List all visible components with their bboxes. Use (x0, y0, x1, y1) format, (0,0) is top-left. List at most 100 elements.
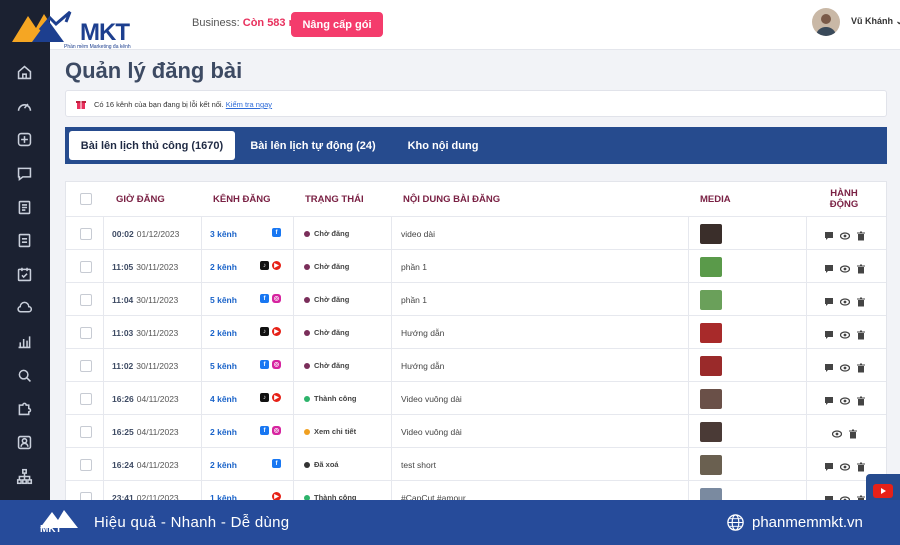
delete-trash-icon[interactable] (856, 327, 866, 345)
page-title: Quản lý đăng bài (65, 58, 243, 83)
media-thumbnail[interactable] (700, 454, 722, 475)
table-row[interactable]: 00:02 01/12/2023 3 kênh f Chờ đăng video … (66, 216, 886, 250)
calendar-check-icon[interactable] (14, 264, 34, 284)
channel-count[interactable]: 2 kênh (210, 415, 237, 448)
view-eye-icon[interactable] (839, 459, 851, 477)
media-thumbnail[interactable] (700, 289, 722, 310)
comment-icon[interactable] (824, 228, 834, 246)
delete-trash-icon[interactable] (856, 459, 866, 477)
post-content[interactable]: test short (401, 448, 436, 481)
channel-count[interactable]: 4 kênh (210, 382, 237, 415)
select-all-checkbox[interactable] (80, 193, 92, 205)
media-thumbnail[interactable] (700, 256, 722, 277)
media-thumbnail[interactable] (700, 421, 722, 442)
post-content[interactable]: Hướng dẫn (401, 349, 444, 382)
table-row[interactable]: 11:02 30/11/2023 5 kênh f ◎ Chờ đăng Hướng… (66, 348, 886, 382)
table-row[interactable]: 16:24 04/11/2023 2 kênh f Đã xoá test sho… (66, 447, 886, 481)
post-content[interactable]: video dài (401, 217, 435, 250)
post-content[interactable]: Video vuông dài (401, 382, 462, 415)
avatar[interactable] (812, 8, 840, 36)
channel-count[interactable]: 3 kênh (210, 217, 237, 250)
row-checkbox[interactable] (80, 425, 92, 438)
status-dot-icon (304, 296, 310, 303)
delete-trash-icon[interactable] (856, 261, 866, 279)
row-checkbox[interactable] (80, 227, 92, 240)
tab-manual-schedule[interactable]: Bài lên lịch thủ công (1670) (69, 131, 235, 160)
post-content[interactable]: Hướng dẫn (401, 316, 444, 349)
dashboard-gauge-icon[interactable] (14, 96, 34, 116)
channel-count[interactable]: 2 kênh (210, 316, 237, 349)
puzzle-icon[interactable] (14, 398, 34, 418)
row-checkbox[interactable] (80, 359, 92, 372)
sitemap-icon[interactable] (14, 466, 34, 486)
cloud-icon[interactable] (14, 297, 34, 317)
table-row[interactable]: 16:25 04/11/2023 2 kênh f ◎ Xem chi tiết V… (66, 414, 886, 448)
delete-trash-icon[interactable] (856, 294, 866, 312)
chat-icon[interactable] (14, 163, 34, 183)
user-name[interactable]: Vũ Khánh ⌄ (851, 16, 900, 27)
banner-website[interactable]: phanmemmkt.vn (752, 514, 863, 531)
tab-auto-schedule[interactable]: Bài lên lịch tự động (24) (249, 131, 377, 160)
view-eye-icon[interactable] (839, 294, 851, 312)
home-icon[interactable] (14, 62, 34, 82)
table-row[interactable]: 16:26 04/11/2023 4 kênh ♪ ▶ Thành công Vid… (66, 381, 886, 415)
channel-count[interactable]: 5 kênh (210, 349, 237, 382)
comment-icon[interactable] (824, 294, 834, 312)
row-checkbox[interactable] (80, 260, 92, 273)
channel-count[interactable]: 1 kênh (210, 481, 237, 501)
media-thumbnail[interactable] (700, 388, 722, 409)
check-now-link[interactable]: Kiểm tra ngay (226, 100, 272, 109)
view-eye-icon[interactable] (839, 360, 851, 378)
view-eye-icon[interactable] (839, 327, 851, 345)
comment-icon[interactable] (824, 459, 834, 477)
post-content[interactable]: Video vuông dài (401, 415, 462, 448)
view-eye-icon[interactable] (839, 393, 851, 411)
document-icon[interactable] (14, 197, 34, 217)
view-eye-icon[interactable] (839, 261, 851, 279)
media-thumbnail[interactable] (700, 487, 722, 500)
status-dot-icon (304, 263, 310, 270)
post-content[interactable]: #CapCut #amour (401, 481, 466, 501)
post-content[interactable]: phần 1 (401, 250, 427, 283)
search-icon[interactable] (14, 365, 34, 385)
table-row[interactable]: 11:05 30/11/2023 2 kênh ♪ ▶ Chờ đăng phần … (66, 249, 886, 283)
media-thumbnail[interactable] (700, 322, 722, 343)
add-post-icon[interactable] (14, 129, 34, 149)
media-thumbnail[interactable] (700, 223, 722, 244)
list-icon[interactable] (14, 230, 34, 250)
youtube-icon: ▶ (272, 261, 281, 270)
delete-trash-icon[interactable] (848, 426, 858, 444)
row-checkbox[interactable] (80, 458, 92, 471)
comment-icon[interactable] (824, 393, 834, 411)
app-logo[interactable]: MKT Phần mềm Marketing đa kênh (10, 8, 152, 50)
delete-trash-icon[interactable] (856, 393, 866, 411)
user-profile-icon[interactable] (14, 432, 34, 452)
table-row[interactable]: 23:41 02/11/2023 1 kênh ▶ Thành công #Cap… (66, 480, 886, 501)
facebook-icon: f (272, 459, 281, 468)
table-row[interactable]: 11:03 30/11/2023 2 kênh ♪ ▶ Chờ đăng Hướng… (66, 315, 886, 349)
row-checkbox[interactable] (80, 293, 92, 306)
delete-trash-icon[interactable] (856, 360, 866, 378)
connection-alert: Có 16 kênh của bạn đang bị lỗi kết nối. … (65, 90, 887, 117)
channel-count[interactable]: 2 kênh (210, 250, 237, 283)
channel-icons: f (272, 228, 281, 237)
channel-count[interactable]: 5 kênh (210, 283, 237, 316)
row-checkbox[interactable] (80, 392, 92, 405)
status-dot-icon (304, 362, 310, 369)
comment-icon[interactable] (824, 261, 834, 279)
comment-icon[interactable] (824, 360, 834, 378)
comment-icon[interactable] (824, 327, 834, 345)
table-row[interactable]: 11:04 30/11/2023 5 kênh f ◎ Chờ đăng phần … (66, 282, 886, 316)
channel-count[interactable]: 2 kênh (210, 448, 237, 481)
upgrade-plan-button[interactable]: Nâng cấp gói (291, 12, 383, 37)
bar-chart-icon[interactable] (14, 331, 34, 351)
post-content[interactable]: phần 1 (401, 283, 427, 316)
logo-mountain-icon (12, 10, 72, 42)
media-thumbnail[interactable] (700, 355, 722, 376)
view-eye-icon[interactable] (831, 426, 843, 444)
row-checkbox[interactable] (80, 326, 92, 339)
view-eye-icon[interactable] (839, 228, 851, 246)
delete-trash-icon[interactable] (856, 228, 866, 246)
tab-content-library[interactable]: Kho nội dung (401, 131, 485, 160)
status-badge: Thành công (304, 481, 357, 500)
